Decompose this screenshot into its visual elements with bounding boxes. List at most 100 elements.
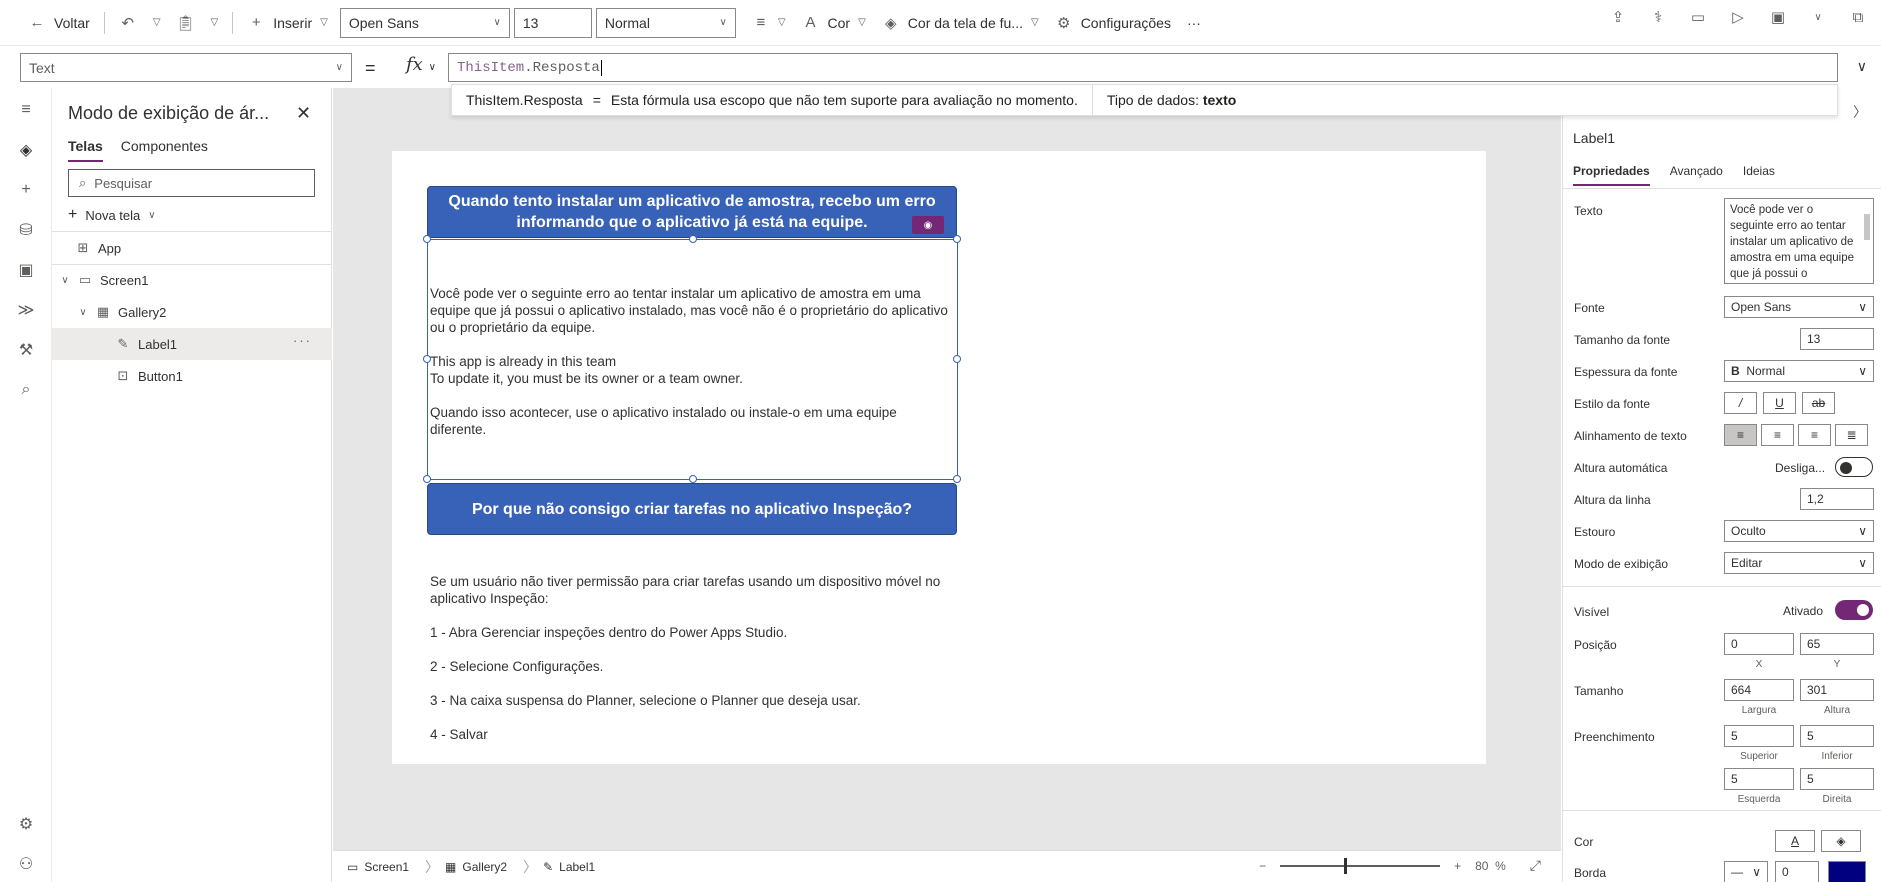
font-weight-prop-select[interactable]: B Normal ∨ xyxy=(1724,360,1874,382)
tab-screens[interactable]: Telas xyxy=(68,138,103,162)
undo-dropdown[interactable]: ▽ xyxy=(145,8,169,38)
fit-to-window-icon[interactable]: ⤢ xyxy=(1530,857,1541,874)
paste-button[interactable]: 📋︎ xyxy=(169,8,203,38)
tab-ideas[interactable]: Ideias xyxy=(1743,164,1775,186)
autoheight-toggle[interactable] xyxy=(1835,457,1873,477)
font-select[interactable]: Open Sans ∨ xyxy=(339,7,510,38)
play-icon[interactable]: ▷ xyxy=(1729,8,1747,26)
back-button[interactable]: ← Voltar xyxy=(20,8,98,38)
fill-color-icon[interactable]: ◈ xyxy=(1821,830,1861,852)
tree-node-gallery2[interactable]: ∨ ▦ Gallery2 xyxy=(52,296,332,328)
padding-right-input[interactable]: 5 xyxy=(1800,768,1874,790)
scrollbar-thumb[interactable] xyxy=(1864,214,1870,240)
align-right-icon[interactable]: ≡ xyxy=(1798,424,1831,446)
data-icon[interactable]: ⛁ xyxy=(14,218,38,242)
font-prop-select[interactable]: Open Sans ∨ xyxy=(1724,296,1874,318)
resize-handle[interactable] xyxy=(689,475,697,483)
resize-handle[interactable] xyxy=(689,235,697,243)
font-size-prop-input[interactable]: 13 xyxy=(1800,328,1874,350)
settings-gear-icon[interactable]: ⚙ xyxy=(14,812,38,836)
breadcrumb-label1[interactable]: Label1 xyxy=(559,860,595,874)
padding-top-input[interactable]: 5 xyxy=(1724,725,1794,747)
visible-toggle[interactable] xyxy=(1835,600,1873,620)
question-button-2[interactable]: Por que não consigo criar tarefas no apl… xyxy=(427,483,957,535)
tree-node-screen1[interactable]: ∨ ▭ Screen1 xyxy=(52,264,332,296)
tab-properties[interactable]: Propriedades xyxy=(1573,164,1650,186)
publish-icon[interactable]: ⧉ xyxy=(1849,8,1867,26)
padding-bottom-input[interactable]: 5 xyxy=(1800,725,1874,747)
zoom-out-icon[interactable]: − xyxy=(1259,859,1266,873)
align-button[interactable]: ≡ ▽ xyxy=(744,8,794,38)
virtual-agent-icon[interactable]: ⚇ xyxy=(14,852,38,876)
app-checker-icon[interactable]: ⚕ xyxy=(1649,8,1667,26)
advanced-tools-icon[interactable]: ⚒ xyxy=(14,338,38,362)
function-button[interactable]: fx ∨ xyxy=(406,54,436,75)
italic-icon[interactable]: / xyxy=(1724,392,1757,414)
color-button[interactable]: A Cor ▽ xyxy=(794,8,874,38)
text-scrollbar[interactable] xyxy=(1863,202,1871,280)
property-select[interactable]: Text ∨ xyxy=(20,53,352,82)
lightbulb-icon[interactable]: ◉ xyxy=(912,216,944,234)
tree-search-input[interactable]: ⌕ Pesquisar xyxy=(68,169,315,197)
zoom-in-icon[interactable]: + xyxy=(1454,859,1461,873)
strikethrough-icon[interactable]: ab xyxy=(1802,392,1835,414)
breadcrumb-gallery2[interactable]: Gallery2 xyxy=(462,860,507,874)
new-screen-button[interactable]: + Nova tela ∨ xyxy=(68,206,156,224)
save-icon[interactable]: ▣ xyxy=(1769,8,1787,26)
overflow-prop-select[interactable]: Oculto ∨ xyxy=(1724,520,1874,542)
width-input[interactable]: 664 xyxy=(1724,679,1794,701)
chevron-right-icon[interactable]: 〉 xyxy=(1853,102,1867,122)
paste-dropdown[interactable]: ▽ xyxy=(203,8,227,38)
position-y-input[interactable]: 65 xyxy=(1800,633,1874,655)
tab-advanced[interactable]: Avançado xyxy=(1670,164,1723,186)
tree-node-label1[interactable]: ✎ Label1 ··· xyxy=(52,328,332,360)
resize-handle[interactable] xyxy=(953,235,961,243)
share-icon[interactable]: ⇪ xyxy=(1609,8,1627,26)
resize-handle[interactable] xyxy=(423,235,431,243)
tab-components[interactable]: Componentes xyxy=(121,138,208,162)
media-icon[interactable]: ▣ xyxy=(14,258,38,282)
screen1-canvas[interactable]: Quando tento instalar um aplicativo de a… xyxy=(392,151,1486,764)
undo-button[interactable]: ↶ xyxy=(111,8,145,38)
close-icon[interactable]: ✕ xyxy=(296,103,311,124)
fill-button[interactable]: ◈ Cor da tela de fu... ▽ xyxy=(874,8,1047,38)
padding-left-input[interactable]: 5 xyxy=(1724,768,1794,790)
question-button-1[interactable]: Quando tento instalar um aplicativo de a… xyxy=(427,186,957,238)
font-size-input[interactable]: 13 xyxy=(513,7,592,38)
resize-handle[interactable] xyxy=(953,475,961,483)
breadcrumb-screen1[interactable]: Screen1 xyxy=(364,860,409,874)
zoom-slider[interactable] xyxy=(1280,857,1441,874)
comments-icon[interactable]: ▭ xyxy=(1689,8,1707,26)
lineheight-prop-input[interactable]: 1,2 xyxy=(1800,488,1874,510)
tree-node-app[interactable]: ⊞ App xyxy=(52,232,332,264)
expand-formula-icon[interactable]: ∨ xyxy=(1857,58,1867,75)
formula-input[interactable]: ThisItem. Resposta xyxy=(448,53,1838,82)
position-x-input[interactable]: 0 xyxy=(1724,633,1794,655)
more-options-icon[interactable]: ··· xyxy=(293,333,312,348)
power-automate-icon[interactable]: ≫ xyxy=(14,298,38,322)
insert-button[interactable]: + Inserir ▽ xyxy=(239,8,336,38)
border-thickness-input[interactable]: 0 xyxy=(1775,861,1819,882)
resize-handle[interactable] xyxy=(423,475,431,483)
resize-handle[interactable] xyxy=(953,355,961,363)
align-center-icon[interactable]: ≡ xyxy=(1761,424,1794,446)
border-color-swatch[interactable] xyxy=(1828,861,1866,882)
height-input[interactable]: 301 xyxy=(1800,679,1874,701)
border-style-select[interactable]: — ∨ xyxy=(1724,861,1768,882)
more-button[interactable]: ··· xyxy=(1179,8,1209,38)
align-justify-icon[interactable]: ≣ xyxy=(1835,424,1868,446)
zoom-slider-thumb[interactable] xyxy=(1344,857,1348,874)
save-dropdown-icon[interactable]: ∨ xyxy=(1809,8,1827,26)
displaymode-prop-select[interactable]: Editar ∨ xyxy=(1724,552,1874,574)
tree-view-icon[interactable]: ◈ xyxy=(14,138,38,162)
font-weight-select[interactable]: Normal ∨ xyxy=(595,7,736,38)
text-color-icon[interactable]: A xyxy=(1775,830,1815,852)
hamburger-icon[interactable]: ≡ xyxy=(14,98,38,122)
settings-button[interactable]: ⚙ Configurações xyxy=(1047,8,1179,38)
insert-icon[interactable]: + xyxy=(14,178,38,202)
tree-node-button1[interactable]: ⊡ Button1 xyxy=(52,360,332,392)
text-prop-input[interactable]: Você pode ver o seguinte erro ao tentar … xyxy=(1724,198,1874,284)
underline-icon[interactable]: U xyxy=(1763,392,1796,414)
search-icon[interactable]: ⌕ xyxy=(14,378,38,402)
align-left-icon[interactable]: ≡ xyxy=(1724,424,1757,446)
